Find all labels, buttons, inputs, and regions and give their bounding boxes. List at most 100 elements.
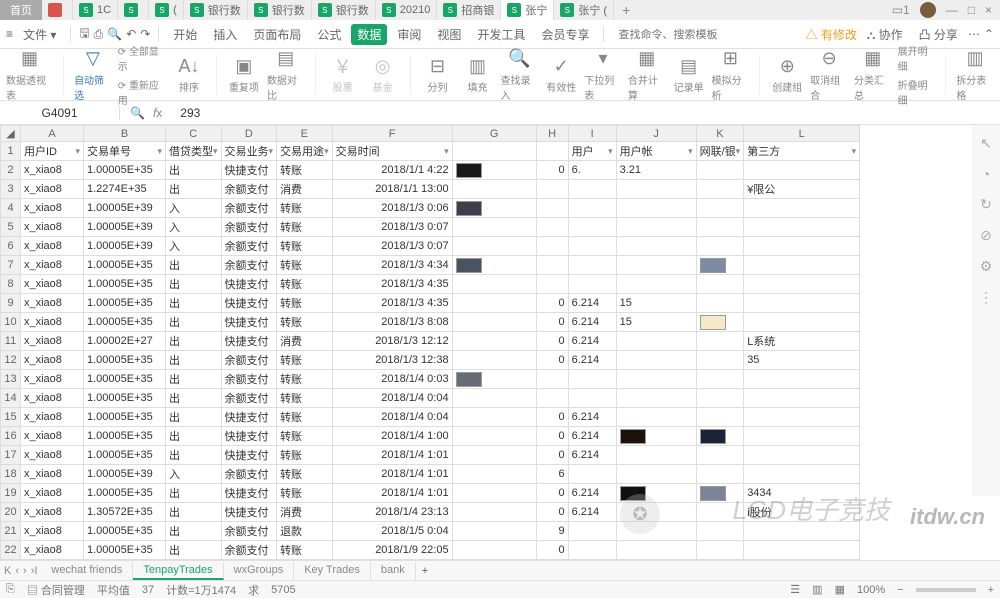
cell[interactable]: 出: [166, 484, 222, 503]
cell[interactable]: [616, 351, 696, 370]
filter-header[interactable]: 交易时间▾: [332, 142, 452, 161]
cell[interactable]: [452, 275, 536, 294]
cell[interactable]: [616, 199, 696, 218]
cell[interactable]: 1.30572E+35: [84, 503, 166, 522]
cell[interactable]: x_xiao8: [21, 427, 84, 446]
cell[interactable]: ¥限公: [744, 180, 860, 199]
cell[interactable]: 0: [536, 484, 568, 503]
cell[interactable]: 1.00005E+35: [84, 275, 166, 294]
cell[interactable]: 0: [536, 351, 568, 370]
filter-header[interactable]: 用户ID▾: [21, 142, 84, 161]
cell[interactable]: 35: [744, 351, 860, 370]
cell[interactable]: 6.214: [568, 332, 616, 351]
cell[interactable]: 转账: [277, 541, 333, 560]
sheet-prev-icon[interactable]: ‹: [15, 565, 19, 577]
cell[interactable]: x_xiao8: [21, 503, 84, 522]
cell[interactable]: [744, 408, 860, 427]
sheet-add[interactable]: +: [416, 565, 434, 577]
ungroup[interactable]: ⊖取消组合: [810, 48, 848, 102]
avatar[interactable]: [920, 2, 936, 18]
tab-counter-icon[interactable]: ▭1: [892, 3, 910, 17]
cell[interactable]: 1.00005E+35: [84, 541, 166, 560]
row-header[interactable]: 2: [1, 161, 21, 180]
zoom-in-icon[interactable]: +: [988, 584, 994, 596]
cell[interactable]: [696, 503, 744, 522]
cell[interactable]: 消费: [277, 180, 333, 199]
row-header[interactable]: 20: [1, 503, 21, 522]
cell[interactable]: [696, 237, 744, 256]
cell[interactable]: [568, 465, 616, 484]
row-header[interactable]: 21: [1, 522, 21, 541]
split-table[interactable]: ▥拆分表格: [956, 48, 994, 102]
col-header[interactable]: E: [277, 126, 333, 142]
cell[interactable]: 6.: [568, 161, 616, 180]
cell[interactable]: 快捷支付: [221, 503, 277, 522]
stock[interactable]: ￥股票: [326, 55, 360, 94]
cell[interactable]: 0: [536, 161, 568, 180]
cell[interactable]: [744, 256, 860, 275]
cell[interactable]: [696, 294, 744, 313]
tab-layout[interactable]: 页面布局: [247, 24, 307, 45]
redo-icon[interactable]: ↷: [140, 27, 150, 41]
zoom-out-icon[interactable]: −: [897, 584, 903, 596]
cell[interactable]: L系统: [744, 332, 860, 351]
doc-tab[interactable]: S20210: [376, 0, 438, 20]
cell[interactable]: 1.00005E+35: [84, 294, 166, 313]
cell[interactable]: [452, 522, 536, 541]
cell[interactable]: [744, 313, 860, 332]
cell[interactable]: 2018/1/3 4:34: [332, 256, 452, 275]
formula-value[interactable]: 293: [172, 106, 208, 120]
cell[interactable]: 转账: [277, 389, 333, 408]
cell[interactable]: [696, 256, 744, 275]
cell[interactable]: 1.00005E+35: [84, 522, 166, 541]
cell[interactable]: 消费: [277, 503, 333, 522]
row-header[interactable]: 18: [1, 465, 21, 484]
sort[interactable]: A↓排序: [172, 55, 206, 94]
cell[interactable]: 快捷支付: [221, 446, 277, 465]
cell[interactable]: 快捷支付: [221, 161, 277, 180]
cell[interactable]: [452, 503, 536, 522]
cell[interactable]: [452, 180, 536, 199]
sheet-first-icon[interactable]: K: [4, 565, 11, 577]
cell[interactable]: [452, 389, 536, 408]
cell[interactable]: x_xiao8: [21, 351, 84, 370]
cell[interactable]: 余额支付: [221, 218, 277, 237]
cell[interactable]: [744, 294, 860, 313]
cell[interactable]: [744, 427, 860, 446]
cell[interactable]: 1.00005E+35: [84, 484, 166, 503]
cell[interactable]: [452, 313, 536, 332]
view-normal-icon[interactable]: ☰: [790, 583, 800, 596]
cell[interactable]: [616, 465, 696, 484]
col-header[interactable]: G: [452, 126, 536, 142]
filter-header[interactable]: 交易业务▾: [221, 142, 277, 161]
cell[interactable]: [452, 351, 536, 370]
row-header[interactable]: 4: [1, 199, 21, 218]
cell[interactable]: x_xiao8: [21, 465, 84, 484]
cell[interactable]: x_xiao8: [21, 370, 84, 389]
col-header[interactable]: H: [536, 126, 568, 142]
col-header[interactable]: C: [166, 126, 222, 142]
cell[interactable]: 余额支付: [221, 522, 277, 541]
reapply[interactable]: ⟳ 重新应用: [118, 77, 166, 107]
data-compare[interactable]: ▤数据对比: [267, 48, 305, 102]
cell[interactable]: 1.00002E+27: [84, 332, 166, 351]
col-header[interactable]: B: [84, 126, 166, 142]
preview-icon[interactable]: 🔍: [107, 27, 122, 41]
cell[interactable]: 2018/1/3 8:08: [332, 313, 452, 332]
cell[interactable]: 转账: [277, 161, 333, 180]
cell[interactable]: 1.00005E+35: [84, 256, 166, 275]
find-entry[interactable]: 🔍查找录入: [501, 48, 539, 102]
cell[interactable]: 快捷支付: [221, 275, 277, 294]
cell[interactable]: [616, 237, 696, 256]
filter-header[interactable]: 借贷类型▾: [166, 142, 222, 161]
cell[interactable]: 0: [536, 541, 568, 560]
cell[interactable]: x_xiao8: [21, 294, 84, 313]
cell[interactable]: x_xiao8: [21, 522, 84, 541]
cell[interactable]: 转账: [277, 313, 333, 332]
cell[interactable]: 6.214: [568, 427, 616, 446]
sheet-tab[interactable]: wxGroups: [224, 562, 295, 580]
cell[interactable]: 转账: [277, 218, 333, 237]
cell[interactable]: 出: [166, 275, 222, 294]
cell[interactable]: [744, 218, 860, 237]
cell[interactable]: 出: [166, 313, 222, 332]
